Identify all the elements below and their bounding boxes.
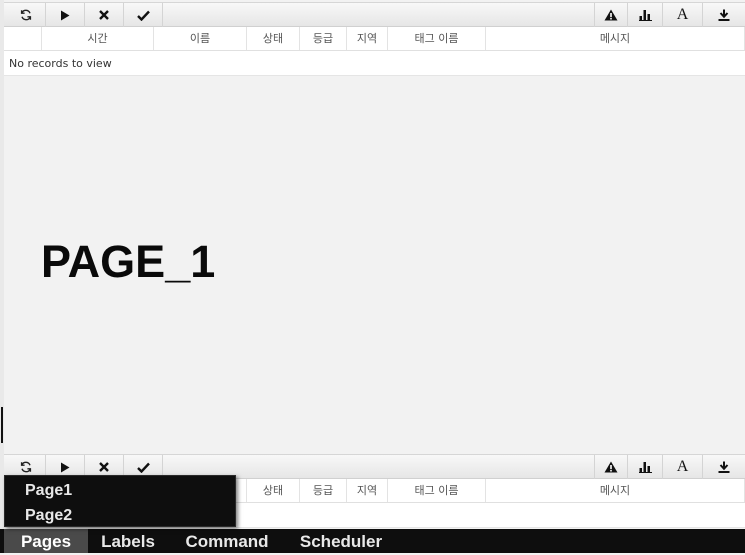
column-header-2[interactable]: 이름 — [154, 27, 247, 50]
chart-button[interactable] — [627, 455, 662, 479]
download-button[interactable] — [702, 3, 745, 27]
menu-item-labels[interactable]: Labels — [88, 529, 168, 553]
font-button[interactable]: A — [662, 455, 702, 479]
column-header-4[interactable]: 등급 — [300, 27, 347, 50]
column-header-3[interactable]: 상태 — [247, 27, 300, 50]
page-title: PAGE_1 — [41, 236, 216, 287]
refresh-icon — [20, 9, 32, 21]
alarm-button[interactable] — [594, 455, 627, 479]
column-header-3[interactable]: 상태 — [247, 479, 300, 502]
pages-popup-menu: Page1 Page2 — [4, 475, 236, 527]
column-header-4[interactable]: 등급 — [300, 479, 347, 502]
font-icon: A — [676, 458, 689, 475]
play-icon — [60, 462, 70, 473]
window-left-edge — [0, 0, 4, 529]
column-header-7[interactable]: 메시지 — [486, 27, 745, 50]
column-header-5[interactable]: 지역 — [347, 479, 388, 502]
chart-button[interactable] — [627, 3, 662, 27]
edge-marker — [1, 407, 3, 443]
download-icon — [718, 9, 730, 21]
grid-header: 시간이름상태등급지역태그 이름메시지 — [4, 27, 745, 51]
check-icon — [136, 10, 150, 21]
check-icon — [136, 462, 150, 473]
confirm-button[interactable] — [124, 3, 163, 27]
clear-button[interactable] — [85, 3, 124, 27]
column-header-1[interactable]: 시간 — [42, 27, 154, 50]
font-icon: A — [676, 6, 689, 23]
menu-item-scheduler[interactable]: Scheduler — [286, 529, 396, 553]
popup-item-page2[interactable]: Page2 — [25, 504, 72, 528]
download-icon — [718, 461, 730, 473]
download-button[interactable] — [702, 455, 745, 479]
menu-item-pages[interactable]: Pages — [4, 529, 88, 553]
warning-icon — [604, 9, 618, 21]
play-icon — [60, 10, 70, 21]
refresh-icon — [20, 461, 32, 473]
empty-message: No records to view — [4, 51, 745, 76]
popup-item-page1[interactable]: Page1 — [25, 479, 72, 503]
warning-icon — [604, 461, 618, 473]
play-button[interactable] — [46, 3, 85, 27]
bar-chart-icon — [638, 9, 652, 21]
bar-chart-icon — [638, 461, 652, 473]
column-header-6[interactable]: 태그 이름 — [388, 479, 486, 502]
bottom-menu-bar: Pages Labels Command Scheduler — [0, 529, 745, 553]
close-icon — [99, 10, 109, 20]
close-icon — [99, 462, 109, 472]
column-header-6[interactable]: 태그 이름 — [388, 27, 486, 50]
grid-toolbar: A — [4, 2, 745, 27]
column-header-5[interactable]: 지역 — [347, 27, 388, 50]
alarm-button[interactable] — [594, 3, 627, 27]
refresh-button[interactable] — [7, 3, 46, 27]
column-header-7[interactable]: 메시지 — [486, 479, 745, 502]
menu-item-command[interactable]: Command — [170, 529, 284, 553]
event-grid-top: A 시간 이름 상태 등급 지역 태그 이름 메시지 No records to view — [4, 2, 745, 76]
column-header-rownum[interactable] — [4, 27, 42, 50]
font-button[interactable]: A — [662, 3, 702, 27]
